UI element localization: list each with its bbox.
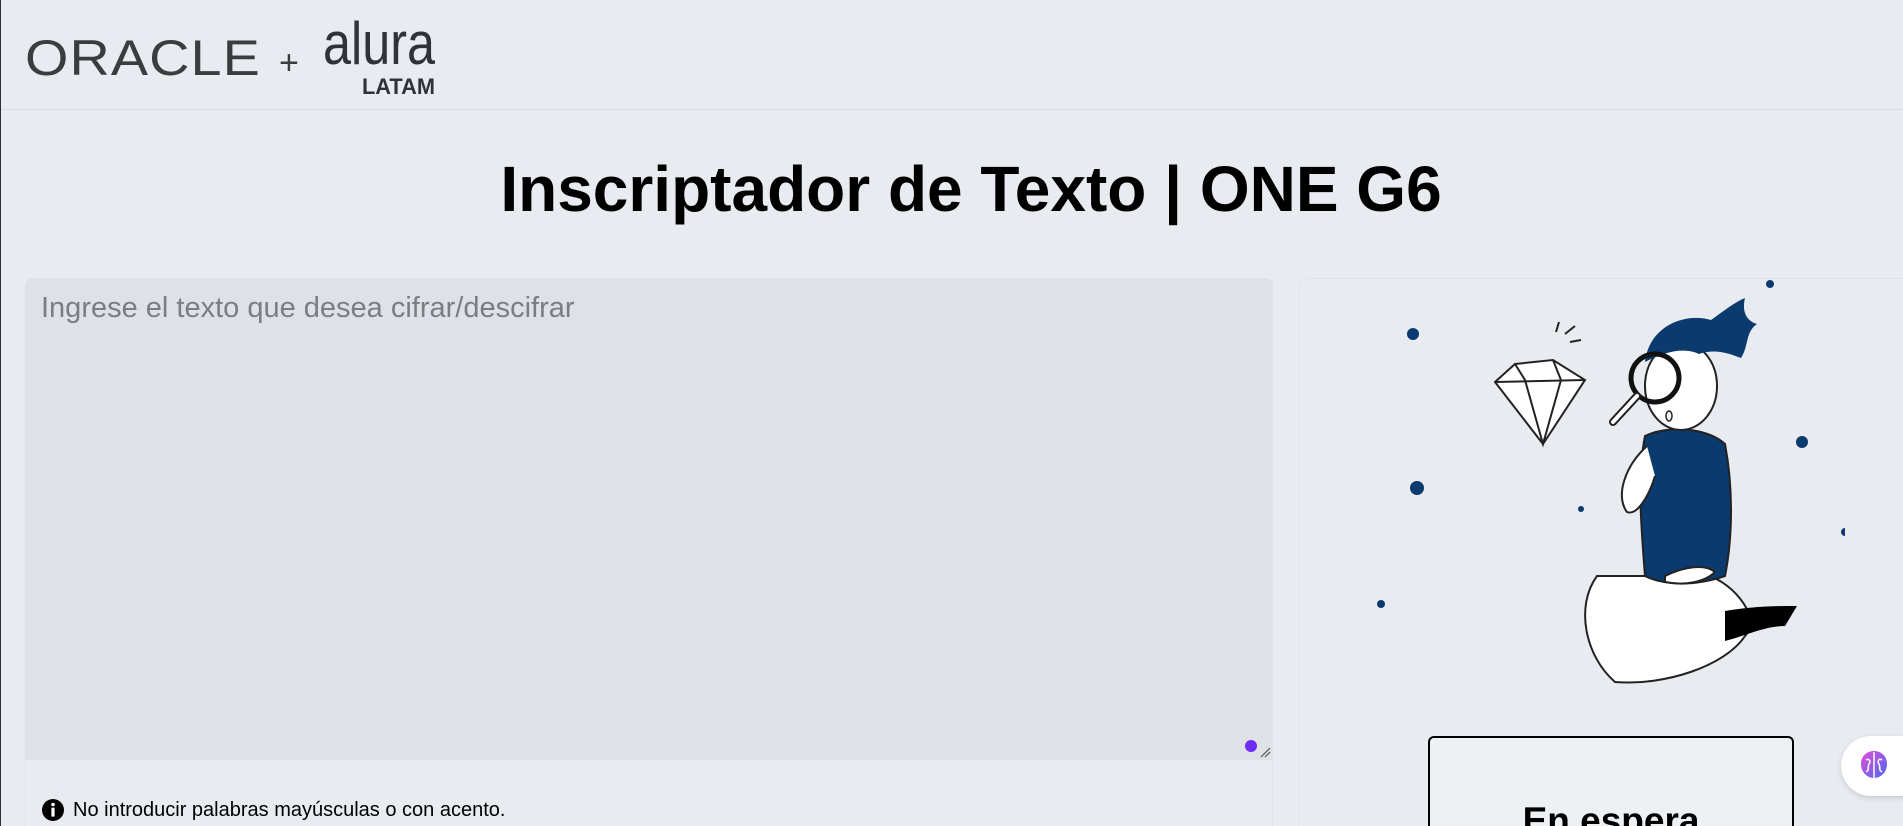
site-header: ORACLE + alura LATAM	[1, 0, 1903, 110]
info-icon	[42, 799, 64, 821]
brain-icon[interactable]	[1857, 748, 1891, 782]
detective-illustration	[1377, 280, 1845, 684]
logo-plus-text: +	[279, 44, 299, 82]
logo-latam-text: LATAM	[362, 74, 435, 96]
input-note-text: No introducir palabras mayúsculas o con …	[73, 798, 506, 821]
logo-alura-text: alura	[323, 14, 436, 77]
page-title: Inscriptador de Texto | ONE G6	[500, 153, 1442, 225]
app-page: ORACLE + alura LATAM Inscriptador de Tex…	[0, 0, 1903, 826]
input-note: No introducir palabras mayúsculas o con …	[41, 796, 505, 824]
resize-handle-icon[interactable]	[1259, 746, 1271, 758]
oracle-alura-logo: ORACLE + alura LATAM	[25, 14, 436, 96]
floating-assistant-widget[interactable]	[1841, 736, 1903, 796]
status-label: En espera	[1522, 800, 1700, 826]
logo-oracle-text: ORACLE	[25, 30, 261, 86]
grammarly-dot-icon[interactable]	[1245, 740, 1257, 752]
text-input[interactable]	[25, 278, 1273, 760]
status-box: En espera	[1428, 736, 1794, 826]
